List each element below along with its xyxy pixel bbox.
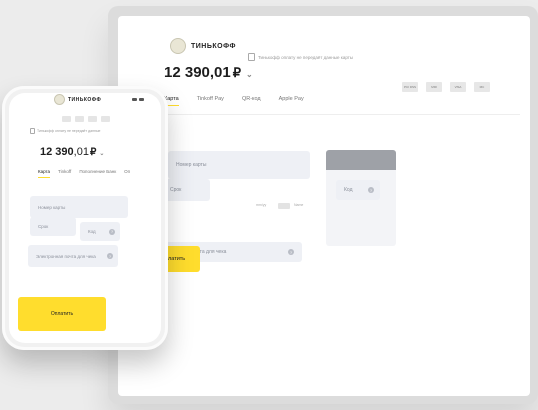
tab-other[interactable]: Оп <box>124 169 130 178</box>
logo-text: ТИНЬКОФФ <box>191 42 236 50</box>
phone-cvc-field[interactable]: Код ? <box>80 222 120 241</box>
phone-secure-note: Тинькофф оплату не передаёт данные <box>30 128 100 134</box>
info-icon[interactable]: ? <box>109 228 115 235</box>
desktop-screen: ТИНЬКОФФ Тинькофф оплату не передаёт дан… <box>118 16 530 396</box>
signal-icon <box>132 98 137 101</box>
desktop-logo: ТИНЬКОФФ <box>170 38 236 54</box>
badge-item: MIR <box>426 82 442 92</box>
payment-tabs: Карта Tinkoff Pay QR-код Apple Pay <box>164 96 304 106</box>
phone-expiry-field[interactable]: Срок <box>30 217 76 236</box>
badge-item <box>101 116 110 122</box>
tab-tinkoff-pay[interactable]: Tinkoff Pay <box>197 96 224 106</box>
tab-tinkoff[interactable]: Tinkoff <box>58 169 71 178</box>
phone-cvc-placeholder: Код <box>88 229 96 234</box>
expiry-field[interactable]: Срок <box>162 179 210 201</box>
phone-balance[interactable]: 12 390 ,01 ₽ ⌄ <box>40 146 104 158</box>
logo-emblem-icon <box>54 94 65 105</box>
phone-pay-button[interactable]: Оплатить <box>18 297 106 331</box>
chevron-down-icon[interactable]: ⌄ <box>99 150 104 157</box>
scene: ТИНЬКОФФ Тинькофф оплату не передаёт дан… <box>0 0 538 410</box>
lock-icon <box>30 128 35 134</box>
badge-item: VISA <box>450 82 466 92</box>
payment-badges: PCI DSS MIR VISA MC <box>402 82 490 92</box>
phone-email-placeholder: Электронная почта для чека <box>36 253 96 259</box>
phone-balance-cents: ,01 <box>73 146 89 158</box>
phone-badges <box>62 116 110 122</box>
logo-text: ТИНЬКОФФ <box>68 96 102 103</box>
tiny-label: Name <box>294 203 304 207</box>
info-icon[interactable]: ? <box>288 249 294 255</box>
magnetic-strip <box>326 150 396 170</box>
logo-emblem-icon <box>170 38 186 54</box>
info-icon[interactable]: ? <box>107 253 113 259</box>
badge-item <box>62 116 71 122</box>
balance[interactable]: 12 390,01 ₽ ⌄ <box>164 64 253 81</box>
chevron-down-icon[interactable]: ⌄ <box>246 70 253 79</box>
status-bar <box>132 98 144 101</box>
phone-logo: ТИНЬКОФФ <box>54 94 101 105</box>
secure-note: Тинькофф оплату не передаёт данные карты <box>248 53 353 61</box>
badge-item <box>88 116 97 122</box>
info-icon[interactable]: ? <box>368 187 374 193</box>
secure-note-text: Тинькофф оплату не передаёт данные карты <box>258 54 354 60</box>
cvc-placeholder: Код <box>344 187 353 193</box>
card-number-field[interactable]: Номер карты <box>168 151 310 179</box>
tab-apple-pay[interactable]: Apple Pay <box>279 96 304 106</box>
badge-item: MC <box>474 82 490 92</box>
phone-tabs: Карта Tinkoff Пополнение Банк Оп <box>38 169 130 178</box>
badge-item <box>75 116 84 122</box>
divider <box>128 114 520 115</box>
phone-card-number-field[interactable]: Номер карты <box>30 196 128 218</box>
phone-email-field[interactable]: Электронная почта для чека ? <box>28 245 118 267</box>
tiny-label: mm/yy <box>256 203 267 207</box>
lock-icon <box>248 53 255 61</box>
tab-qr[interactable]: QR-код <box>242 96 261 106</box>
phone-balance-currency: ₽ <box>89 147 97 158</box>
badge-item: PCI DSS <box>402 82 418 92</box>
balance-currency: ₽ <box>232 65 242 80</box>
tab-topup[interactable]: Пополнение Банк <box>79 169 116 178</box>
battery-icon <box>139 98 144 101</box>
phone-secure-text: Тинькофф оплату не передаёт данные <box>37 129 101 133</box>
mini-chip <box>278 203 290 209</box>
balance-amount: 12 390,01 <box>164 64 231 81</box>
phone-balance-amount: 12 390 <box>40 146 74 158</box>
cvc-field[interactable]: Код ? <box>336 180 380 200</box>
tab-card[interactable]: Карта <box>38 169 51 178</box>
